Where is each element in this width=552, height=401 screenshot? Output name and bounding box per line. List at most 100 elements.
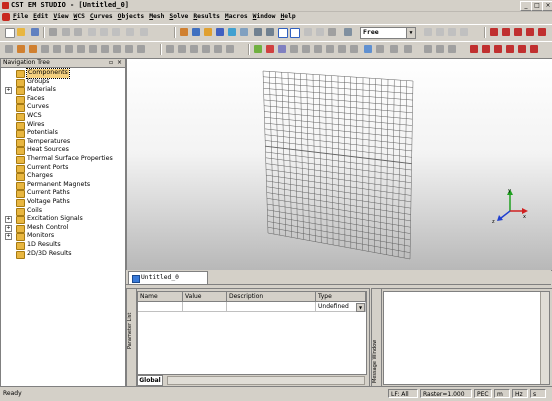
cut-icon[interactable]	[88, 28, 96, 36]
rotate-view-icon[interactable]	[180, 28, 188, 36]
blend-icon[interactable]	[214, 45, 222, 53]
chamfer-icon[interactable]	[226, 45, 234, 53]
mirror-icon[interactable]	[178, 45, 186, 53]
tree-item-2d-3d-results[interactable]: 2D/3D Results	[1, 250, 125, 259]
menu-wcs[interactable]: WCS	[74, 13, 85, 20]
extrude-icon[interactable]	[65, 45, 73, 53]
tree-item-components[interactable]: Components	[1, 69, 125, 78]
cone-icon[interactable]	[41, 45, 49, 53]
menu-view[interactable]: View	[53, 13, 68, 20]
zoom-icon[interactable]	[216, 28, 224, 36]
delete-icon[interactable]	[126, 28, 134, 36]
param-description-cell[interactable]	[227, 302, 316, 312]
main-3d-view[interactable]: y x z	[126, 58, 552, 271]
print-icon[interactable]	[49, 28, 57, 36]
column-header-name[interactable]: Name	[138, 292, 183, 302]
tree-item-coils[interactable]: Coils	[1, 207, 125, 216]
tree-item-thermal-surface-properties[interactable]: Thermal Surface Properties	[1, 155, 125, 164]
vertical-scrollbar[interactable]	[540, 292, 549, 384]
solver-start-icon[interactable]	[404, 45, 412, 53]
background-icon[interactable]	[338, 45, 346, 53]
close-button[interactable]: ×	[542, 1, 552, 11]
tree-item-charges[interactable]: Charges	[1, 172, 125, 181]
loft-icon[interactable]	[89, 45, 97, 53]
pick-center-icon[interactable]	[526, 28, 534, 36]
result-view-icon[interactable]	[424, 45, 432, 53]
parametric-icon[interactable]	[506, 45, 514, 53]
chevron-down-icon[interactable]: ▼	[356, 303, 365, 312]
pick-face-icon[interactable]	[290, 28, 300, 38]
rotate-view-plane-icon[interactable]	[192, 28, 200, 36]
pan-icon[interactable]	[204, 28, 212, 36]
message-window-content[interactable]	[383, 291, 550, 385]
expand-icon[interactable]: +	[5, 87, 12, 94]
boolean-intersect-icon[interactable]	[125, 45, 133, 53]
move-wcs-icon[interactable]	[436, 28, 444, 36]
postprocess-icon[interactable]	[448, 45, 456, 53]
perspective-icon[interactable]	[344, 28, 352, 36]
param-name-cell[interactable]	[138, 302, 183, 312]
menu-macros[interactable]: Macros	[225, 13, 248, 20]
tree-item-1d-results[interactable]: 1D Results	[1, 241, 125, 250]
clear-picks-icon[interactable]	[538, 28, 546, 36]
align-wcs-icon[interactable]	[424, 28, 432, 36]
boundary-icon[interactable]	[314, 45, 322, 53]
tab-untitled[interactable]: Untitled_0	[128, 271, 208, 284]
transform-icon[interactable]	[166, 45, 174, 53]
column-header-value[interactable]: Value	[183, 292, 227, 302]
history-list-icon[interactable]	[494, 45, 502, 53]
tree-item-voltage-paths[interactable]: Voltage Paths	[1, 198, 125, 207]
material-icon[interactable]	[254, 45, 262, 53]
symmetry-icon[interactable]	[326, 45, 334, 53]
redo-icon[interactable]	[74, 28, 82, 36]
port-icon[interactable]	[290, 45, 298, 53]
local-wcs-icon[interactable]	[460, 28, 468, 36]
boolean-subtract-icon[interactable]	[113, 45, 121, 53]
solver-setup-icon[interactable]	[390, 45, 398, 53]
cylinder-icon[interactable]	[29, 45, 37, 53]
view-home-icon[interactable]	[240, 28, 248, 36]
open-folder-icon[interactable]	[17, 28, 25, 36]
close-icon[interactable]: ×	[117, 59, 122, 66]
vba-icon[interactable]	[482, 45, 490, 53]
template-icon[interactable]	[436, 45, 444, 53]
view-mode-select[interactable]: Free ▼	[360, 27, 416, 39]
paste-icon[interactable]	[112, 28, 120, 36]
tree-item-curves[interactable]: Curves	[1, 103, 125, 112]
tree-item-faces[interactable]: Faces	[1, 95, 125, 104]
view-front-icon[interactable]	[304, 28, 312, 36]
tree-item-temperatures[interactable]: Temperatures	[1, 138, 125, 147]
expand-icon[interactable]: +	[5, 233, 12, 240]
boolean-insert-icon[interactable]	[137, 45, 145, 53]
tree-item-materials[interactable]: +Materials	[1, 86, 125, 95]
menu-results[interactable]: Results	[193, 13, 220, 20]
tree-item-heat-sources[interactable]: Heat Sources	[1, 146, 125, 155]
menu-help[interactable]: Help	[280, 13, 295, 20]
tree-item-current-ports[interactable]: Current Ports	[1, 164, 125, 173]
column-header-description[interactable]: Description	[227, 292, 316, 302]
chevron-down-icon[interactable]: ▼	[406, 28, 415, 38]
save-icon[interactable]	[31, 28, 39, 36]
tree-item-wires[interactable]: Wires	[1, 121, 125, 130]
tree-item-current-paths[interactable]: Current Paths	[1, 189, 125, 198]
undo-icon[interactable]	[62, 28, 70, 36]
mesh-view-icon[interactable]	[364, 45, 372, 53]
scale-icon[interactable]	[190, 45, 198, 53]
menu-objects[interactable]: Objects	[118, 13, 145, 20]
brick-icon[interactable]	[5, 45, 13, 53]
sphere-icon[interactable]	[17, 45, 25, 53]
param-value-cell[interactable]	[183, 302, 227, 312]
tree-item-permanent-magnets[interactable]: Permanent Magnets	[1, 181, 125, 190]
rotate-icon[interactable]	[77, 45, 85, 53]
parameter-table[interactable]: Name Value Description Type Undefined ▼	[137, 291, 367, 375]
menu-curves[interactable]: Curves	[90, 13, 113, 20]
menu-edit[interactable]: Edit	[33, 13, 48, 20]
zoom-fit-icon[interactable]	[228, 28, 236, 36]
frequency-icon[interactable]	[350, 45, 358, 53]
tab-global[interactable]: Global	[137, 375, 163, 386]
menu-mesh[interactable]: Mesh	[149, 13, 164, 20]
tree-item-excitation-signals[interactable]: +Excitation Signals	[1, 215, 125, 224]
view-options-icon[interactable]	[328, 28, 336, 36]
macro-icon[interactable]	[470, 45, 478, 53]
tree-item-groups[interactable]: Groups	[1, 78, 125, 87]
